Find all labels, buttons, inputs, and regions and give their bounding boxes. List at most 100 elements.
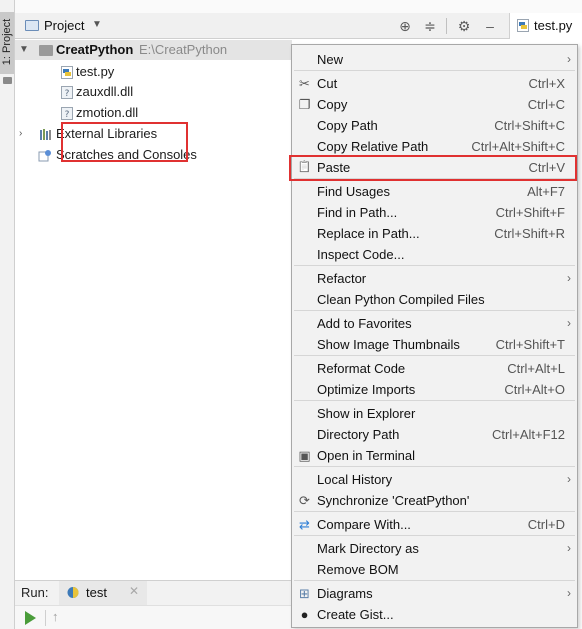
gear-icon[interactable]: ⚙	[455, 17, 473, 35]
menu-item-local-history[interactable]: Local History ›	[292, 469, 577, 490]
menu-item-copy[interactable]: ❐ Copy Ctrl+C	[292, 94, 577, 115]
menu-separator	[294, 265, 575, 266]
menu-item-label: Show Image Thumbnails	[317, 337, 460, 352]
play-icon[interactable]	[25, 611, 36, 625]
tool-window-strip: 1: Project	[0, 0, 15, 629]
menu-item-label: Cut	[317, 76, 338, 91]
menu-item-shortcut: Ctrl+Shift+T	[495, 337, 565, 352]
svg-text:?: ?	[65, 110, 70, 120]
menu-item-optimize-imports[interactable]: Optimize Imports Ctrl+Alt+O	[292, 379, 577, 400]
menu-item-shortcut: Ctrl+Alt+O	[504, 382, 565, 397]
menu-item-mark-directory-as[interactable]: Mark Directory as ›	[292, 538, 577, 559]
menu-item-refactor[interactable]: Refactor ›	[292, 268, 577, 289]
menu-item-replace-in-path[interactable]: Replace in Path... Ctrl+Shift+R	[292, 223, 577, 244]
menu-item-inspect-code[interactable]: Inspect Code...	[292, 244, 577, 265]
submenu-chevron-icon: ›	[567, 541, 571, 555]
menu-item-show-image-thumbnails[interactable]: Show Image Thumbnails Ctrl+Shift+T	[292, 334, 577, 355]
menu-item-label: New	[317, 52, 344, 67]
tree-file-name: zmotion.dll	[76, 105, 139, 120]
menu-separator	[294, 355, 575, 356]
close-icon[interactable]: ✕	[129, 584, 139, 598]
submenu-chevron-icon: ›	[567, 271, 571, 285]
menu-item-label: Copy Relative Path	[317, 139, 429, 154]
menu-item-label: Show in Explorer	[317, 406, 416, 421]
compare-icon: ⇄	[299, 517, 310, 532]
submenu-chevron-icon: ›	[567, 586, 571, 600]
tree-root-row[interactable]: ▼ CreatPython E:\CreatPython	[15, 40, 292, 60]
folder-icon	[3, 77, 12, 84]
tree-file-row[interactable]: ? zauxdll.dll	[15, 82, 292, 102]
menu-item-label: Mark Directory as	[317, 541, 419, 556]
menu-item-label: Open in Terminal	[317, 448, 416, 463]
menu-item-label: Find in Path...	[317, 205, 398, 220]
menu-item-label: Add to Favorites	[317, 316, 412, 331]
menu-item-open-in-terminal[interactable]: ▣ Open in Terminal	[292, 445, 577, 466]
menu-separator	[294, 580, 575, 581]
menu-separator	[294, 511, 575, 512]
chevron-right-icon[interactable]: ›	[19, 124, 22, 144]
menu-item-label: Inspect Code...	[317, 247, 405, 262]
locate-target-icon[interactable]: ⊕	[396, 17, 414, 35]
project-tool-tab[interactable]: 1: Project	[0, 12, 14, 74]
menu-item-label: Refactor	[317, 271, 367, 286]
folder-icon	[39, 45, 53, 56]
menu-item-clean-python-compiled-files[interactable]: Clean Python Compiled Files	[292, 289, 577, 310]
run-actions-separator	[45, 610, 46, 626]
menu-item-label: Remove BOM	[317, 562, 399, 577]
menu-item-label: Copy	[317, 97, 348, 112]
toolbar-separator	[446, 18, 447, 34]
menu-separator	[294, 400, 575, 401]
menu-item-synchronize-creatpython[interactable]: ⟳ Synchronize 'CreatPython'	[292, 490, 577, 511]
menu-separator	[294, 70, 575, 71]
github-icon: ●	[300, 607, 309, 622]
project-tool-tab-label: 1: Project	[1, 18, 13, 66]
unknown-file-icon: ?	[61, 86, 73, 99]
highlight-box-dll-files	[61, 122, 188, 162]
tree-file-row[interactable]: ? zmotion.dll	[15, 103, 292, 123]
menu-item-create-gist[interactable]: ● Create Gist...	[292, 604, 577, 625]
menu-item-add-to-favorites[interactable]: Add to Favorites ›	[292, 313, 577, 334]
menu-item-label: Synchronize 'CreatPython'	[317, 493, 470, 508]
menu-item-label: Directory Path	[317, 427, 400, 442]
menu-item-find-in-path[interactable]: Find in Path... Ctrl+Shift+F	[292, 202, 577, 223]
chevron-down-icon[interactable]: ▼	[92, 19, 102, 30]
project-toolbar: Project ▼ ⊕ ≑ ⚙ – test.py	[15, 13, 582, 39]
arrow-up-icon[interactable]: ↑	[52, 609, 59, 624]
project-folder-icon	[25, 20, 39, 31]
menu-item-remove-bom[interactable]: Remove BOM	[292, 559, 577, 580]
hide-minus-icon[interactable]: –	[481, 17, 499, 35]
editor-tab-label: test.py	[534, 18, 573, 33]
editor-tab-test-py[interactable]: test.py	[509, 13, 582, 39]
menu-item-shortcut: Ctrl+X	[528, 76, 565, 91]
menu-item-reformat-code[interactable]: Reformat Code Ctrl+Alt+L	[292, 358, 577, 379]
run-tab-test[interactable]: test ✕	[59, 581, 147, 606]
menu-item-directory-path[interactable]: Directory Path Ctrl+Alt+F12	[292, 424, 577, 445]
tree-root-name: CreatPython	[56, 42, 134, 57]
tree-file-row[interactable]: test.py	[15, 62, 292, 82]
menu-item-new[interactable]: New ›	[292, 49, 577, 70]
menu-item-diagrams[interactable]: ⊞ Diagrams ›	[292, 583, 577, 604]
scissors-icon: ✂	[299, 76, 310, 91]
menu-item-shortcut: Ctrl+Shift+R	[494, 226, 565, 241]
run-actions-bar: ↑	[15, 605, 292, 629]
menu-item-copy-path[interactable]: Copy Path Ctrl+Shift+C	[292, 115, 577, 136]
menu-item-shortcut: Ctrl+Alt+F12	[492, 427, 565, 442]
menu-item-find-usages[interactable]: Find Usages Alt+F7	[292, 181, 577, 202]
project-tree: ▼ CreatPython E:\CreatPython test.py ? z…	[15, 40, 292, 575]
unknown-file-icon: ?	[61, 107, 73, 120]
menu-item-label: Diagrams	[317, 586, 373, 601]
run-label: Run:	[21, 585, 49, 600]
chevron-down-icon[interactable]: ▼	[19, 40, 29, 60]
menu-separator	[294, 310, 575, 311]
run-tool-bar: Run: test ✕	[15, 580, 292, 606]
menu-item-label: Compare With...	[317, 517, 411, 532]
menu-item-show-in-explorer[interactable]: Show in Explorer	[292, 403, 577, 424]
menu-item-shortcut: Ctrl+Alt+Shift+C	[471, 139, 565, 154]
project-view-title[interactable]: Project	[44, 18, 84, 33]
menu-item-compare-with[interactable]: ⇄ Compare With... Ctrl+D	[292, 514, 577, 535]
sync-icon: ⟳	[299, 493, 310, 508]
menu-item-cut[interactable]: ✂ Cut Ctrl+X	[292, 73, 577, 94]
collapse-all-icon[interactable]: ≑	[421, 17, 439, 35]
menu-item-copy-relative-path[interactable]: Copy Relative Path Ctrl+Alt+Shift+C	[292, 136, 577, 157]
menu-item-label: Optimize Imports	[317, 382, 416, 397]
